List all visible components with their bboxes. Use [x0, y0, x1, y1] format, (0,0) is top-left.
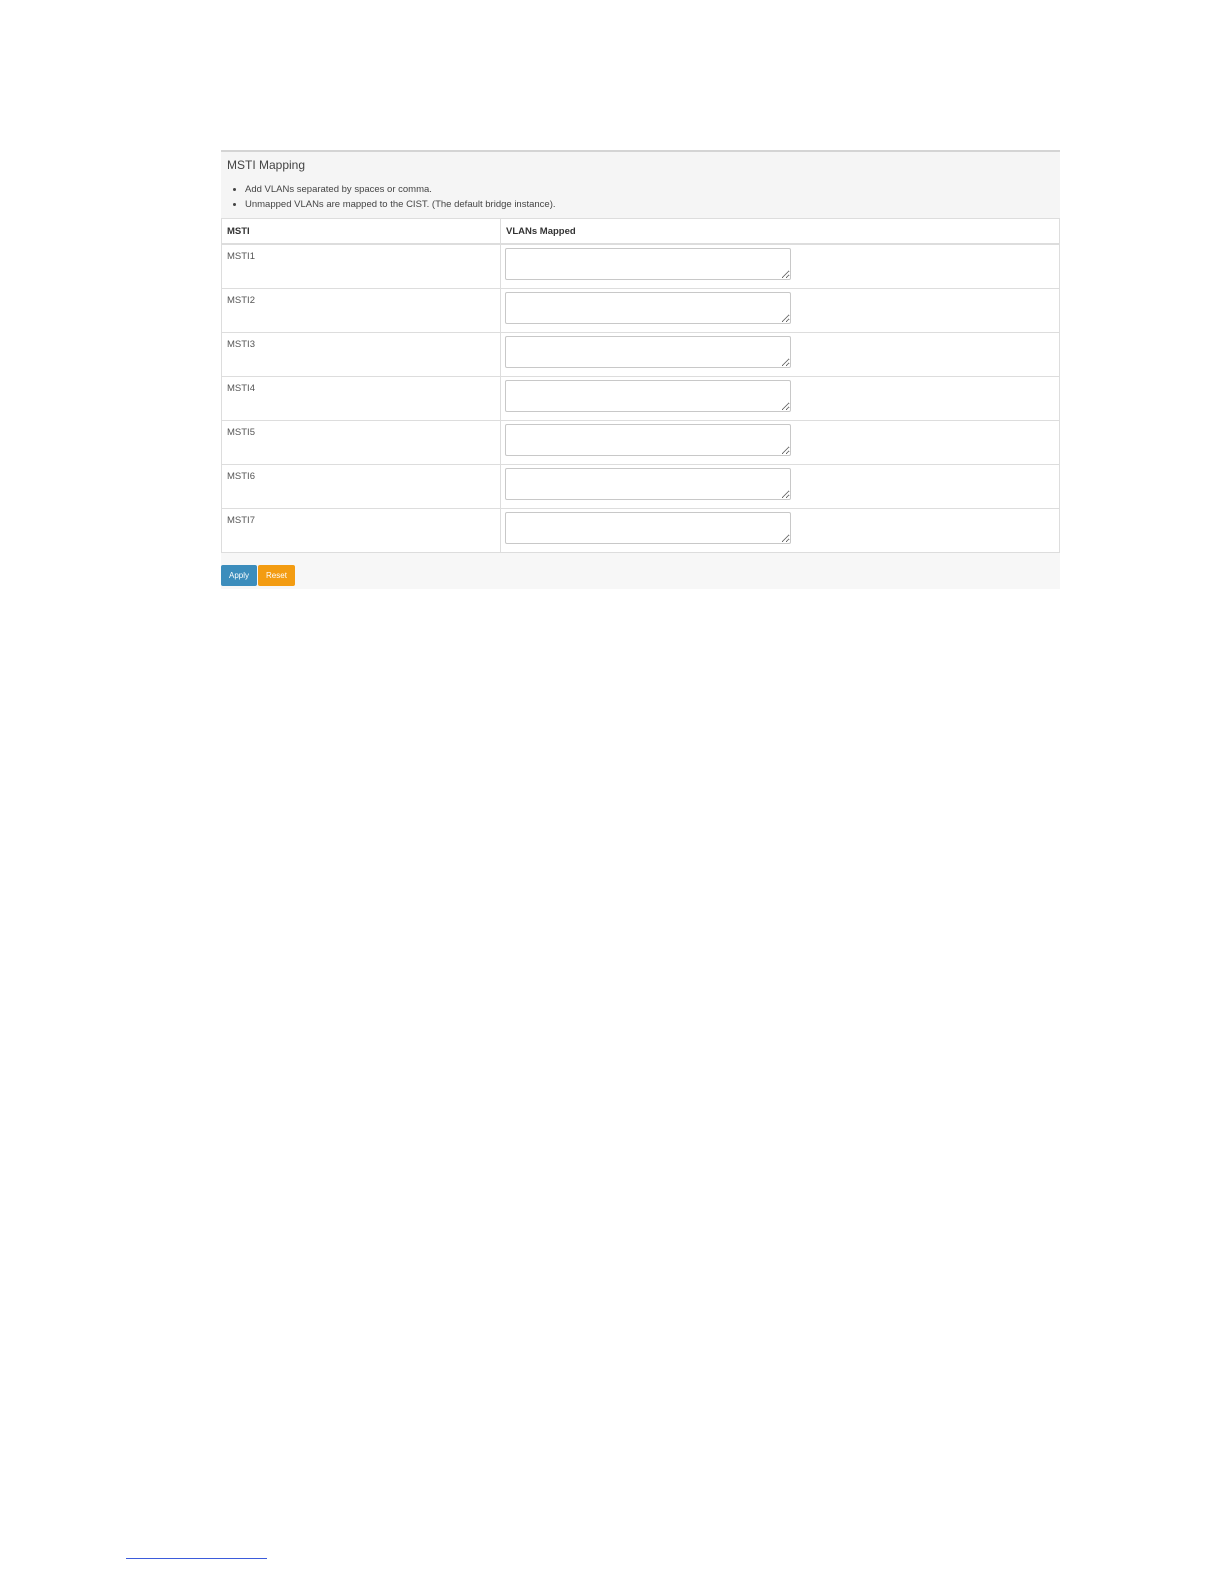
vlans-mapped-input-msti6[interactable] [505, 468, 791, 500]
reset-button[interactable]: Reset [258, 565, 295, 586]
vlans-mapped-input-msti7[interactable] [505, 512, 791, 544]
panel-header: MSTI Mapping Add VLANs separated by spac… [221, 152, 1060, 218]
msti-name: MSTI1 [221, 243, 501, 289]
vlans-mapped-input-msti4[interactable] [505, 380, 791, 412]
table-row: MSTI3 [221, 332, 1060, 377]
help-note: Unmapped VLANs are mapped to the CIST. (… [245, 197, 1054, 212]
help-note: Add VLANs separated by spaces or comma. [245, 182, 1054, 197]
table-row: MSTI7 [221, 508, 1060, 553]
table-row: MSTI2 [221, 288, 1060, 333]
table-row: MSTI5 [221, 420, 1060, 465]
vlans-mapped-input-msti5[interactable] [505, 424, 791, 456]
form-actions: Apply Reset [221, 553, 1060, 589]
vlans-mapped-input-msti3[interactable] [505, 336, 791, 368]
help-notes: Add VLANs separated by spaces or comma. … [227, 182, 1054, 212]
footnote-separator [126, 1558, 267, 1559]
table-header-row: MSTI VLANs Mapped [221, 218, 1060, 245]
vlans-mapped-input-msti1[interactable] [505, 248, 791, 280]
table-row: MSTI4 [221, 376, 1060, 421]
vlans-mapped-input-msti2[interactable] [505, 292, 791, 324]
msti-name: MSTI4 [221, 376, 501, 421]
apply-button[interactable]: Apply [221, 565, 258, 586]
table-row: MSTI1 [221, 243, 1060, 289]
msti-name: MSTI5 [221, 420, 501, 465]
column-header-msti: MSTI [221, 218, 501, 245]
panel-title: MSTI Mapping [227, 158, 306, 172]
msti-name: MSTI7 [221, 508, 501, 553]
msti-mapping-table: MSTI VLANs Mapped MSTI1 MSTI2 MSTI3 MSTI… [221, 218, 1060, 553]
table-row: MSTI6 [221, 464, 1060, 509]
column-header-vlans-mapped: VLANs Mapped [500, 218, 1060, 245]
msti-name: MSTI6 [221, 464, 501, 509]
msti-name: MSTI2 [221, 288, 501, 333]
msti-mapping-panel: MSTI Mapping Add VLANs separated by spac… [221, 150, 1060, 589]
msti-name: MSTI3 [221, 332, 501, 377]
